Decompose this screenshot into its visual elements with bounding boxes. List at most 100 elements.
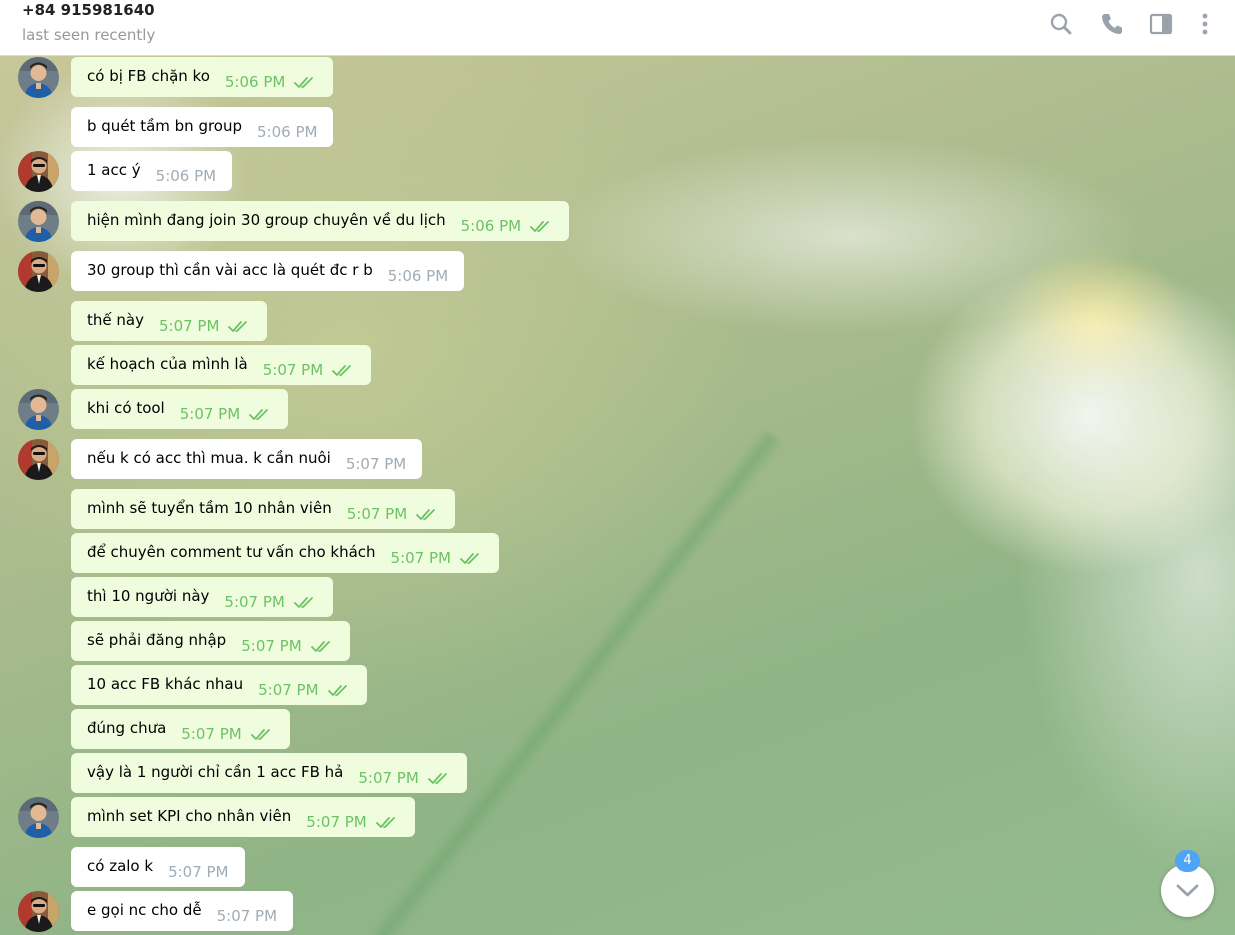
- incoming-message-bubble[interactable]: nếu k có acc thì mua. k cần nuôi 5:07 PM: [71, 439, 423, 479]
- message-row: 30 group thì cần vài acc là quét đc r b 5…: [0, 251, 1235, 292]
- message-time: 5:07 PM: [258, 681, 319, 699]
- message-time: 5:07 PM: [168, 863, 229, 881]
- message-time: 5:07 PM: [390, 549, 451, 567]
- read-check-icon: [460, 552, 483, 566]
- message-row: e gọi nc cho dễ 5:07 PM: [0, 891, 1235, 932]
- read-check-icon: [250, 728, 274, 742]
- outgoing-message-bubble[interactable]: hiện mình đang join 30 group chuyên về d…: [71, 201, 570, 241]
- message-time: 5:07 PM: [216, 907, 278, 925]
- message-text: mình set KPI cho nhân viên: [87, 807, 292, 825]
- outgoing-message-bubble[interactable]: khi có tool 5:07 PM: [71, 389, 289, 429]
- message-time: 5:07 PM: [241, 637, 302, 655]
- outgoing-message-bubble[interactable]: thì 10 người này 5:07 PM: [71, 577, 333, 617]
- message-time: 5:06 PM: [224, 73, 286, 91]
- message-text: hiện mình đang join 30 group chuyên về d…: [87, 211, 446, 229]
- message-row: 1 acc ý 5:06 PM: [0, 151, 1235, 192]
- read-check-icon: [332, 364, 355, 378]
- message-row: mình set KPI cho nhân viên 5:07 PM: [0, 797, 1235, 838]
- more-button[interactable]: [1191, 10, 1219, 38]
- avatar[interactable]: [18, 251, 59, 292]
- message-text: vậy là 1 người chỉ cần 1 acc FB hả: [87, 763, 344, 781]
- message-text: b quét tầm bn group: [87, 117, 243, 135]
- incoming-message-bubble[interactable]: 30 group thì cần vài acc là quét đc r b 5…: [71, 251, 465, 291]
- outgoing-message-bubble[interactable]: sẽ phải đăng nhập 5:07 PM: [71, 621, 350, 661]
- message-text: mình sẽ tuyển tầm 10 nhân viên: [87, 499, 332, 517]
- message-text: 30 group thì cần vài acc là quét đc r b: [87, 261, 373, 279]
- incoming-message-bubble[interactable]: 1 acc ý 5:06 PM: [71, 151, 233, 191]
- message-time: 5:07 PM: [158, 317, 220, 335]
- peer-name[interactable]: +84 915981640: [22, 1, 155, 19]
- read-check-icon: [228, 320, 251, 334]
- incoming-message-bubble[interactable]: b quét tầm bn group 5:06 PM: [71, 107, 334, 147]
- message-row: 10 acc FB khác nhau 5:07 PM: [0, 665, 1235, 705]
- read-check-icon: [293, 596, 317, 610]
- outgoing-message-bubble[interactable]: mình set KPI cho nhân viên 5:07 PM: [71, 797, 415, 837]
- message-time: 5:07 PM: [224, 593, 285, 611]
- message-row: sẽ phải đăng nhập 5:07 PM: [0, 621, 1235, 661]
- read-check-icon: [249, 408, 272, 422]
- outgoing-message-bubble[interactable]: để chuyên comment tư vấn cho khách 5:07 P…: [71, 533, 499, 573]
- message-text: có zalo k: [87, 857, 154, 875]
- message-row: có bị FB chặn ko 5:06 PM: [0, 57, 1235, 98]
- read-check-icon: [327, 684, 351, 698]
- message-row: nếu k có acc thì mua. k cần nuôi 5:07 PM: [0, 439, 1235, 480]
- message-time: 5:07 PM: [358, 769, 419, 787]
- message-text: để chuyên comment tư vấn cho khách: [87, 543, 376, 561]
- chevron-down-icon: [1176, 884, 1199, 897]
- search-icon: [1050, 13, 1072, 35]
- read-check-icon: [530, 220, 553, 234]
- call-button[interactable]: [1098, 10, 1126, 38]
- message-text: sẽ phải đăng nhập: [87, 631, 227, 649]
- avatar[interactable]: [18, 389, 59, 430]
- message-time: 5:06 PM: [460, 217, 522, 235]
- message-row: b quét tầm bn group 5:06 PM: [0, 107, 1235, 147]
- sidebar-toggle-icon: [1149, 13, 1173, 35]
- message-row: thế này 5:07 PM: [0, 301, 1235, 341]
- message-row: khi có tool 5:07 PM: [0, 389, 1235, 430]
- avatar[interactable]: [18, 797, 59, 838]
- message-text: e gọi nc cho dễ: [87, 901, 202, 919]
- message-text: khi có tool: [87, 399, 165, 417]
- incoming-message-bubble[interactable]: có zalo k 5:07 PM: [71, 847, 245, 887]
- message-time: 5:06 PM: [155, 167, 217, 185]
- sidebar-toggle-button[interactable]: [1147, 10, 1175, 38]
- avatar[interactable]: [18, 439, 59, 480]
- outgoing-message-bubble[interactable]: vậy là 1 người chỉ cần 1 acc FB hả 5:07 P…: [71, 753, 467, 793]
- chat-history[interactable]: có bị FB chặn ko 5:06 PM b quét tầm bn gro…: [0, 56, 1235, 935]
- search-button[interactable]: [1047, 10, 1075, 38]
- message-time: 5:07 PM: [262, 361, 324, 379]
- more-vertical-icon: [1202, 13, 1208, 35]
- avatar[interactable]: [18, 57, 59, 98]
- chat-header: +84 915981640 last seen recently: [0, 0, 1235, 56]
- message-text: thế này: [87, 311, 144, 329]
- message-row: vậy là 1 người chỉ cần 1 acc FB hả 5:07 P…: [0, 753, 1235, 793]
- message-row: để chuyên comment tư vấn cho khách 5:07 P…: [0, 533, 1235, 573]
- outgoing-message-bubble[interactable]: kế hoạch của mình là 5:07 PM: [71, 345, 372, 385]
- message-row: kế hoạch của mình là 5:07 PM: [0, 345, 1235, 385]
- read-check-icon: [416, 508, 439, 522]
- message-row: mình sẽ tuyển tầm 10 nhân viên 5:07 PM: [0, 489, 1235, 529]
- read-check-icon: [310, 640, 334, 654]
- message-time: 5:07 PM: [306, 813, 367, 831]
- unread-badge: 4: [1175, 850, 1200, 872]
- peer-status: last seen recently: [22, 26, 156, 44]
- outgoing-message-bubble[interactable]: có bị FB chặn ko 5:06 PM: [71, 57, 334, 97]
- message-text: đúng chưa: [87, 719, 167, 737]
- avatar[interactable]: [18, 151, 59, 192]
- read-check-icon: [427, 772, 451, 786]
- message-time: 5:07 PM: [181, 725, 242, 743]
- message-text: kế hoạch của mình là: [87, 355, 248, 373]
- outgoing-message-bubble[interactable]: thế này 5:07 PM: [71, 301, 268, 341]
- message-text: nếu k có acc thì mua. k cần nuôi: [87, 449, 331, 467]
- avatar[interactable]: [18, 891, 59, 932]
- outgoing-message-bubble[interactable]: mình sẽ tuyển tầm 10 nhân viên 5:07 PM: [71, 489, 456, 529]
- message-text: 1 acc ý: [87, 161, 141, 179]
- read-check-icon: [375, 816, 399, 830]
- outgoing-message-bubble[interactable]: đúng chưa 5:07 PM: [71, 709, 290, 749]
- incoming-message-bubble[interactable]: e gọi nc cho dễ 5:07 PM: [71, 891, 294, 931]
- message-time: 5:07 PM: [179, 405, 241, 423]
- avatar[interactable]: [18, 201, 59, 242]
- message-row: đúng chưa 5:07 PM: [0, 709, 1235, 749]
- outgoing-message-bubble[interactable]: 10 acc FB khác nhau 5:07 PM: [71, 665, 367, 705]
- message-time: 5:06 PM: [257, 123, 318, 141]
